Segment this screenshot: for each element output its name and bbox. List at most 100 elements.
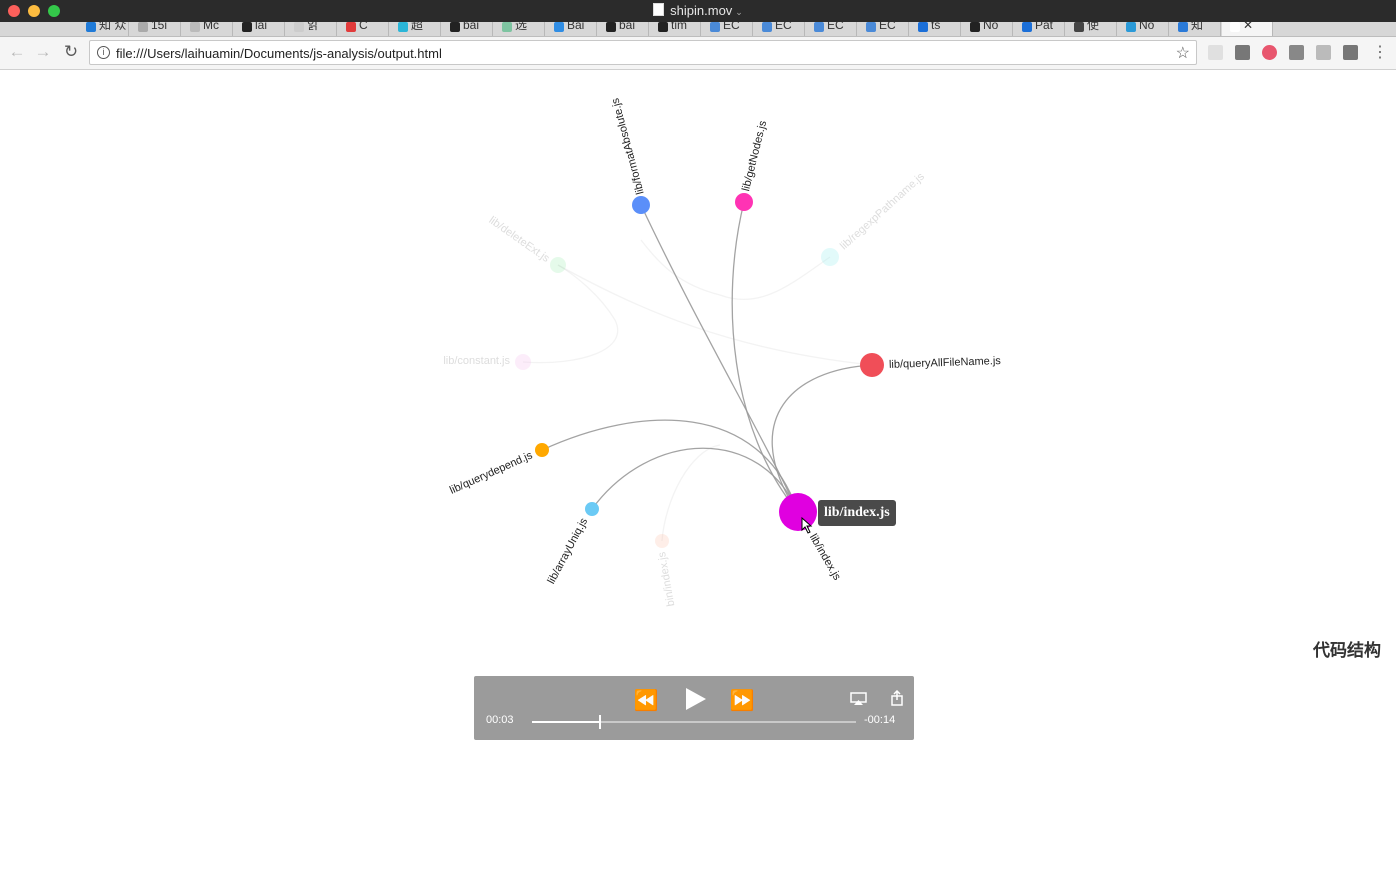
tab-label: Pat [1035,22,1054,32]
airplay-icon[interactable] [850,692,867,706]
remaining-time: -00:14 [864,714,896,726]
window-title: shipin.mov ⌄ [0,3,1396,18]
graph-link [640,204,799,513]
scrubber-progress [532,721,601,723]
forward-button[interactable]: → [32,41,54,63]
tab-favicon-icon [1178,22,1188,32]
browser-tab[interactable]: 使 [1066,22,1117,36]
address-bar[interactable]: i file:///Users/laihuamin/Documents/js-a… [89,40,1197,65]
reload-button[interactable]: ↻ [60,41,82,63]
tab-strip: 知 众 15i Mc lai 읽 C 超 bai 选 Bai bai tim EC EC EC EC ts No P… [0,22,1396,37]
rewind-icon[interactable]: ⏪ [630,688,662,713]
graph-node[interactable] [585,502,599,516]
tab-label: 知 众 [99,22,127,32]
qr-ext-icon[interactable] [1235,45,1250,60]
graph-node-label: lib/regexpPathname.js [838,170,927,252]
browser-toolbar: ← → ↻ i file:///Users/laihuamin/Document… [0,37,1396,70]
tab-label: 15i [151,22,168,32]
bird-ext-icon[interactable] [1316,45,1331,60]
qr2-ext-icon[interactable] [1343,45,1358,60]
url-text[interactable]: file:///Users/laihuamin/Documents/js-ana… [116,46,442,61]
tab-favicon-icon [294,22,304,32]
tab-label: No [1139,22,1155,32]
graph-link [591,447,799,513]
tab-favicon-icon [138,22,148,32]
browser-tab[interactable]: lai [234,22,285,36]
tab-label: EC [775,22,792,32]
refresh-ext-icon[interactable] [1208,45,1223,60]
tab-favicon-icon [190,22,200,32]
center-node[interactable] [779,493,817,531]
graph-node[interactable] [515,354,531,370]
tab-favicon-icon [398,22,408,32]
tab-label: EC [723,22,740,32]
graph-node-label: lib/querydepend.js [448,449,535,496]
play-icon[interactable] [684,687,708,711]
browser-tab[interactable]: No [1118,22,1169,36]
menu-icon[interactable]: ⋮ [1372,42,1388,62]
browser-tab[interactable]: Pat [1014,22,1065,36]
browser-tab[interactable]: 知 [1170,22,1221,36]
tab-favicon-icon [658,22,668,32]
browser-tab[interactable]: 읽 [286,22,337,36]
tab-label: bai [619,22,636,32]
title-caret-icon[interactable]: ⌄ [735,7,743,17]
graph-node-label: lib/formatAbsolute.js [609,96,646,195]
browser-tab[interactable]: 超 [390,22,441,36]
v-ext-icon[interactable] [1289,45,1304,60]
browser-tab[interactable]: EC [806,22,857,36]
browser-tab[interactable]: Mc [182,22,233,36]
tab-favicon-icon [1126,22,1136,32]
tab-favicon-icon [866,22,876,32]
page-side-title: 代码结构 [1313,641,1381,660]
tab-label: ✕ [1243,22,1254,32]
tab-label: EC [879,22,896,32]
browser-tab[interactable]: C [338,22,389,36]
browser-tab[interactable]: bai [442,22,493,36]
browser-tab[interactable]: EC [702,22,753,36]
graph-node[interactable] [860,353,884,377]
scrubber-handle[interactable] [599,715,602,729]
tab-label: Mc [203,22,219,32]
star-icon[interactable]: ☆ [1176,43,1190,63]
tab-favicon-icon [242,22,252,32]
fast-forward-icon[interactable]: ⏩ [726,688,758,713]
browser-tab[interactable]: ts [910,22,961,36]
graph-link [522,264,619,364]
graph-node[interactable] [550,257,566,273]
browser-tab[interactable]: 15i [130,22,181,36]
red-circle-ext-icon[interactable] [1262,45,1277,60]
graph-node[interactable] [632,196,650,214]
graph-node-label: bin/index.js [656,550,677,607]
graph-node-label: lib/getNodes.js [740,119,769,192]
tab-favicon-icon [1074,22,1084,32]
scrubber-track[interactable] [532,715,856,729]
tab-favicon-icon [1022,22,1032,32]
graph-node[interactable] [735,193,753,211]
browser-tab[interactable]: Bai [546,22,597,36]
graph-node-label: lib/constant.js [443,355,510,367]
graph-link [661,444,721,542]
graph-node[interactable] [535,443,549,457]
browser-tab[interactable]: 选 [494,22,545,36]
graph-node-label: lib/deleteExt.js [487,214,552,265]
document-icon [653,3,665,16]
browser-tab[interactable]: 知 众 [78,22,129,36]
tab-label: 超 [411,22,424,32]
back-button[interactable]: ← [6,41,28,63]
browser-tab[interactable]: EC [858,22,909,36]
tab-label: bai [463,22,480,32]
browser-tab[interactable]: tim [650,22,701,36]
browser-tab[interactable]: EC [754,22,805,36]
info-icon[interactable]: i [97,46,110,59]
tab-label: tim [671,22,687,32]
graph-node[interactable] [821,248,839,266]
browser-tab[interactable]: ✕ [1222,22,1273,36]
graph-link [771,364,873,501]
node-tooltip: lib/index.js [818,500,896,526]
browser-tab[interactable]: bai [598,22,649,36]
graph-node[interactable] [655,534,669,548]
tab-label: 使 [1087,22,1100,32]
browser-tab[interactable]: No [962,22,1013,36]
share-icon[interactable] [890,690,904,706]
